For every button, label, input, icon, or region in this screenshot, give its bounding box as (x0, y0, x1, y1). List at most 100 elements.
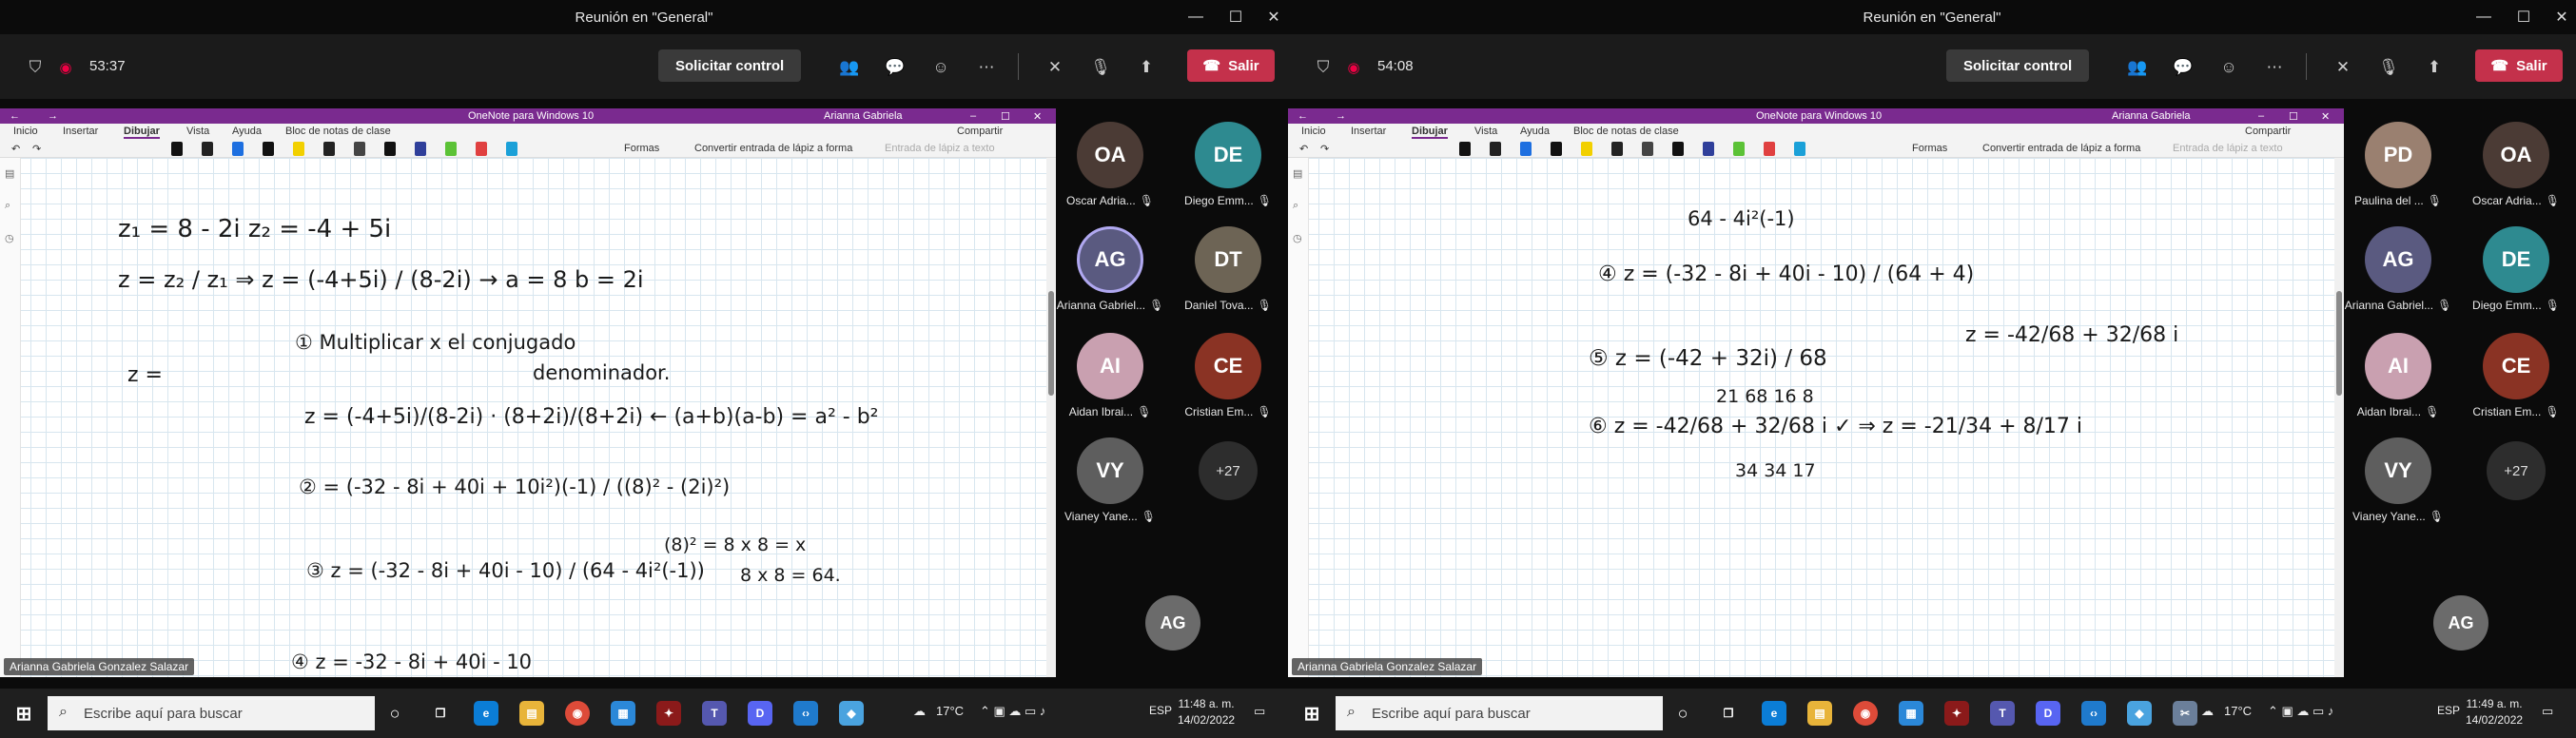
pen-red[interactable] (1764, 142, 1775, 156)
menu-vista[interactable]: Vista (186, 126, 209, 137)
minimize-icon[interactable]: – (2258, 110, 2264, 122)
menu-ayuda[interactable]: Ayuda (1520, 126, 1550, 137)
minimize-icon[interactable]: — (1180, 4, 1212, 30)
menu-inicio[interactable]: Inicio (1301, 126, 1326, 137)
taskbar-clock[interactable]: 11:48 a. m. 14/02/2022 (1178, 696, 1235, 728)
windows-start-icon[interactable]: ⊞ (11, 701, 36, 726)
more-actions-icon[interactable]: ⋯ (2264, 57, 2285, 78)
notebooks-icon[interactable]: ▤ (5, 167, 14, 180)
taskbar-clock[interactable]: 11:49 a. m. 14/02/2022 (2466, 696, 2523, 728)
teams-icon[interactable]: T (702, 701, 727, 726)
redo-icon[interactable]: ↷ (32, 143, 41, 155)
highlighter-green[interactable] (445, 142, 457, 156)
highlighter-yellow[interactable] (1581, 142, 1592, 156)
maximize-icon[interactable]: ☐ (2508, 4, 2540, 30)
participant-tile[interactable]: DT Daniel Tova... 🎙 (1176, 226, 1280, 312)
weather-icon[interactable]: ☁ (2201, 704, 2214, 719)
participant-tile[interactable]: VY Vianey Yane... 🎙 (2346, 437, 2450, 523)
weather-icon[interactable]: ☁ (913, 704, 926, 719)
participant-tile[interactable]: DE Diego Emm... 🎙 (1176, 122, 1280, 207)
close-icon[interactable]: ✕ (2321, 110, 2330, 123)
camera-off-icon[interactable]: ✕ (1044, 57, 1065, 78)
pen-black-2[interactable] (263, 142, 274, 156)
task-view-icon[interactable]: ❐ (428, 701, 453, 726)
request-control-button[interactable]: Solicitar control (658, 49, 802, 82)
more-actions-icon[interactable]: ⋯ (976, 57, 997, 78)
language[interactable]: ESP (1149, 704, 1172, 717)
participant-tile[interactable]: OA Oscar Adria... 🎙 (2464, 122, 2568, 207)
windows-start-icon[interactable]: ⊞ (1299, 701, 1324, 726)
cortana-icon[interactable]: ○ (382, 701, 407, 726)
request-control-button[interactable]: Solicitar control (1946, 49, 2090, 82)
highlighter-green[interactable] (1733, 142, 1745, 156)
taskbar-search[interactable]: ⌕ Escribe aquí para buscar (48, 696, 375, 730)
store-icon[interactable]: ▦ (1899, 701, 1923, 726)
discord-icon[interactable]: D (2036, 701, 2060, 726)
app-icon[interactable]: ✦ (1944, 701, 1969, 726)
close-icon[interactable]: ✕ (1258, 4, 1288, 30)
share-label[interactable]: Compartir (957, 126, 1003, 137)
box-app-icon[interactable]: ◆ (2127, 701, 2152, 726)
box-app-icon[interactable]: ◆ (839, 701, 864, 726)
pen-black[interactable] (1459, 142, 1471, 156)
pen-gray[interactable] (1642, 142, 1653, 156)
share-tray-icon[interactable]: ⬆ (2424, 57, 2445, 78)
pen-dark-2[interactable] (323, 142, 335, 156)
reactions-icon[interactable]: ☺ (930, 57, 951, 78)
more-participants[interactable]: +27 (2464, 441, 2568, 500)
menu-insertar[interactable]: Insertar (1351, 126, 1386, 137)
back-icon[interactable]: ← (10, 110, 20, 122)
maximize-icon[interactable]: ☐ (1001, 110, 1010, 123)
file-explorer-icon[interactable]: ▤ (1807, 701, 1832, 726)
leave-button[interactable]: ☎ Salir (1187, 49, 1275, 82)
notebooks-icon[interactable]: ▤ (1293, 167, 1302, 180)
minimize-icon[interactable]: – (970, 110, 976, 122)
menu-ayuda[interactable]: Ayuda (232, 126, 262, 137)
ink-to-text-button[interactable]: Entrada de lápiz a texto (2173, 143, 2283, 154)
taskbar-search[interactable]: ⌕ Escribe aquí para buscar (1336, 696, 1663, 730)
menu-bloc-notas-clase[interactable]: Bloc de notas de clase (1573, 126, 1679, 137)
pen-dark[interactable] (202, 142, 213, 156)
more-participants[interactable]: +27 (1176, 441, 1280, 500)
convert-ink-button[interactable]: Convertir entrada de lápiz a forma (694, 143, 852, 154)
convert-ink-button[interactable]: Convertir entrada de lápiz a forma (1982, 143, 2140, 154)
pen-navy[interactable] (1703, 142, 1714, 156)
system-tray-icons[interactable]: ⌃ ▣ ☁ ▭ ♪ (980, 704, 1045, 719)
system-tray-icons[interactable]: ⌃ ▣ ☁ ▭ ♪ (2268, 704, 2333, 719)
discord-icon[interactable]: D (748, 701, 772, 726)
ink-to-text-button[interactable]: Entrada de lápiz a texto (885, 143, 995, 154)
pen-dark-2[interactable] (1611, 142, 1623, 156)
task-view-icon[interactable]: ❐ (1716, 701, 1741, 726)
participant-tile[interactable]: PD Paulina del ... 🎙 (2346, 122, 2450, 207)
highlighter-yellow[interactable] (293, 142, 304, 156)
camera-off-icon[interactable]: ✕ (2332, 57, 2353, 78)
participants-icon[interactable]: 👥 (2127, 57, 2148, 78)
pen-cyan[interactable] (506, 142, 517, 156)
canvas-scrollbar[interactable] (2334, 158, 2344, 677)
participant-tile[interactable]: OA Oscar Adria... 🎙 (1058, 122, 1162, 207)
forward-icon[interactable]: → (1336, 110, 1346, 122)
participant-tile[interactable]: AG Arianna Gabriel... 🎙 (1057, 226, 1163, 312)
participants-icon[interactable]: 👥 (839, 57, 860, 78)
search-icon[interactable]: ⌕ (5, 200, 10, 212)
participant-tile[interactable]: AI Aidan Ibrai... 🎙 (1058, 333, 1162, 418)
teams-icon[interactable]: T (1990, 701, 2015, 726)
redo-icon[interactable]: ↷ (1320, 143, 1329, 155)
store-icon[interactable]: ▦ (611, 701, 635, 726)
snipping-tool-icon[interactable]: ✂ (2173, 701, 2197, 726)
edge-icon[interactable]: e (1762, 701, 1786, 726)
participant-tile[interactable]: DE Diego Emm... 🎙 (2464, 226, 2568, 312)
notifications-icon[interactable]: ▭ (2542, 704, 2553, 719)
pen-black-3[interactable] (1672, 142, 1684, 156)
edge-icon[interactable]: e (474, 701, 498, 726)
pen-gray[interactable] (354, 142, 365, 156)
pen-blue[interactable] (1520, 142, 1532, 156)
close-icon[interactable]: ✕ (2546, 4, 2576, 30)
leave-button[interactable]: ☎ Salir (2475, 49, 2563, 82)
minimize-icon[interactable]: — (2468, 4, 2500, 30)
forward-icon[interactable]: → (48, 110, 58, 122)
menu-dibujar[interactable]: Dibujar (124, 126, 160, 139)
mic-off-icon[interactable]: 🎙 (1090, 57, 1111, 78)
pen-blue[interactable] (232, 142, 244, 156)
canvas-scrollbar[interactable] (1046, 158, 1056, 677)
